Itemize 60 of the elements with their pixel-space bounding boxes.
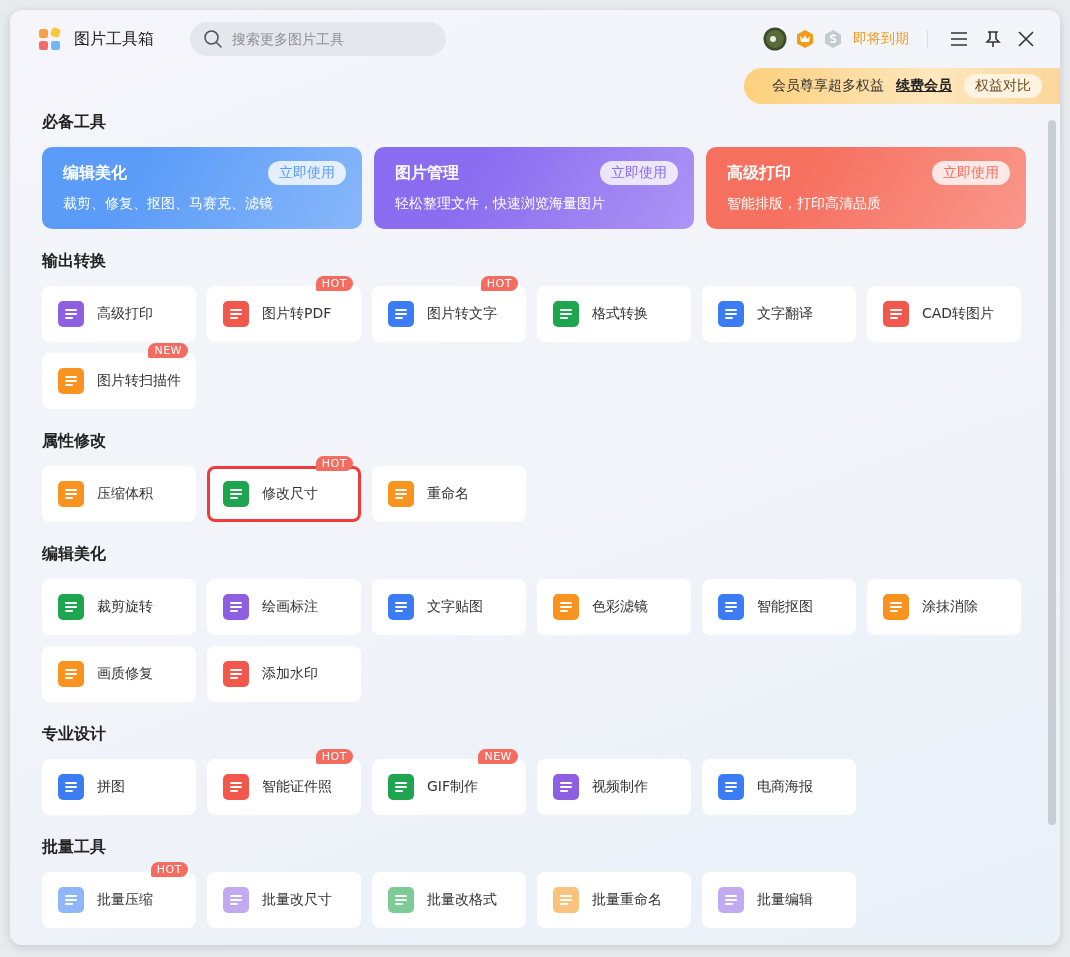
tool-button[interactable]: 格式转换 — [537, 286, 691, 342]
card-title: 高级打印 — [727, 162, 791, 184]
tool-button[interactable]: GIF制作 — [372, 759, 526, 815]
section-title: 编辑美化 — [42, 544, 107, 565]
tool-button[interactable]: 文字翻译 — [702, 286, 856, 342]
tool-button[interactable]: 图片转扫描件 — [42, 353, 196, 409]
tool-badge: HOT — [480, 276, 518, 291]
search-icon — [203, 29, 223, 49]
tool-button[interactable]: 添加水印 — [207, 646, 361, 702]
tool-button[interactable]: 批量改尺寸 — [207, 872, 361, 928]
tool-button[interactable]: 高级打印 — [42, 286, 196, 342]
tool-button[interactable]: 重命名 — [372, 466, 526, 522]
pin-icon[interactable] — [984, 30, 1002, 48]
tool-button[interactable]: 电商海报 — [702, 759, 856, 815]
card-subtitle: 轻松整理文件，快速浏览海量图片 — [395, 195, 606, 213]
tool-badge: HOT — [315, 749, 353, 764]
tool-button[interactable]: 视频制作 — [537, 759, 691, 815]
tool-button[interactable]: 图片转PDF — [207, 286, 361, 342]
feature-card[interactable]: 图片管理 立即使用 轻松整理文件，快速浏览海量图片 — [374, 147, 694, 229]
menu-icon[interactable] — [950, 31, 968, 47]
tool-button[interactable]: 文字贴图 — [372, 579, 526, 635]
tool-badge: NEW — [478, 749, 518, 764]
tool-button[interactable]: 批量重命名 — [537, 872, 691, 928]
section-title: 必备工具 — [42, 112, 107, 133]
close-icon[interactable] — [1018, 31, 1034, 47]
avatar-icon[interactable] — [763, 27, 787, 51]
tool-button[interactable]: 图片转文字 — [372, 286, 526, 342]
section-title: 专业设计 — [42, 724, 107, 745]
tool-button[interactable]: CAD转图片 — [867, 286, 1021, 342]
scrollbar-thumb[interactable] — [1048, 120, 1056, 825]
card-subtitle: 裁剪、修复、抠图、马赛克、滤镜 — [63, 195, 274, 213]
tool-button[interactable]: 修改尺寸 — [207, 466, 361, 522]
tool-badge: NEW — [148, 343, 188, 358]
app-title: 图片工具箱 — [74, 28, 154, 50]
card-title: 图片管理 — [395, 162, 459, 184]
tool-button[interactable]: 画质修复 — [42, 646, 196, 702]
tool-button[interactable]: 批量编辑 — [702, 872, 856, 928]
tool-button[interactable]: 拼图 — [42, 759, 196, 815]
tool-button[interactable]: 批量压缩 — [42, 872, 196, 928]
renew-link[interactable]: 续费会员 — [896, 77, 952, 95]
tool-button[interactable]: 色彩滤镜 — [537, 579, 691, 635]
section-title: 批量工具 — [42, 837, 107, 858]
tool-button[interactable]: 裁剪旋转 — [42, 579, 196, 635]
tool-button[interactable]: 智能证件照 — [207, 759, 361, 815]
tool-button[interactable]: 批量改格式 — [372, 872, 526, 928]
tool-badge: HOT — [315, 276, 353, 291]
promo-text: 会员尊享超多权益 — [772, 77, 884, 95]
card-title: 编辑美化 — [63, 162, 127, 184]
section-title: 属性修改 — [42, 431, 107, 452]
logo-icon — [38, 27, 62, 51]
card-subtitle: 智能排版，打印高清品质 — [727, 195, 882, 213]
tool-badge: HOT — [315, 456, 353, 471]
tool-badge: HOT — [150, 862, 188, 877]
tool-button[interactable]: 绘画标注 — [207, 579, 361, 635]
tool-button[interactable]: 压缩体积 — [42, 466, 196, 522]
section-title: 输出转换 — [42, 251, 107, 272]
search-field[interactable]: 搜索更多图片工具 — [190, 22, 446, 56]
tool-button[interactable]: 智能抠图 — [702, 579, 856, 635]
compare-button[interactable]: 权益对比 — [964, 74, 1042, 98]
tool-button[interactable]: 涂抹消除 — [867, 579, 1021, 635]
